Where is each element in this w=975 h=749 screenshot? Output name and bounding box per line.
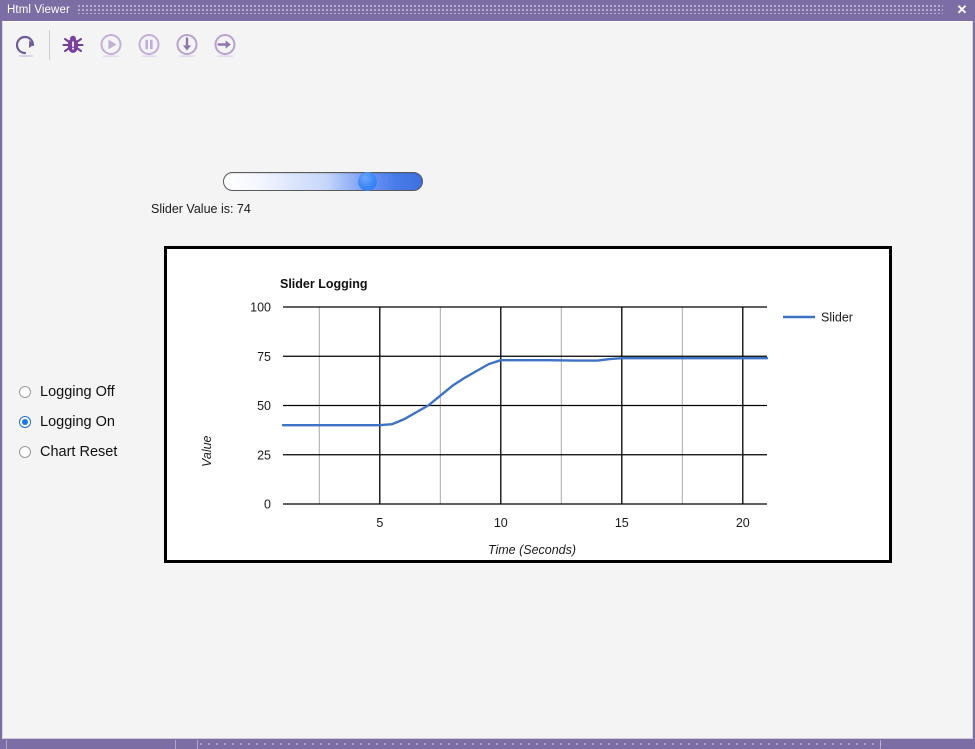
chart-title: Slider Logging [280, 277, 368, 291]
slider-control[interactable] [223, 172, 423, 191]
chart-y-tick-label: 50 [257, 399, 271, 413]
chart-canvas: Slider Logging Value Time (Seconds) 0 25 5… [200, 277, 853, 557]
run-icon[interactable] [92, 25, 130, 65]
window-title: Html Viewer [7, 3, 70, 16]
slider-track[interactable] [223, 172, 423, 191]
status-notch [197, 740, 198, 749]
chart-x-axis-label: Time (Seconds) [488, 543, 576, 557]
step-into-icon[interactable] [168, 25, 206, 65]
toolbar [2, 21, 973, 67]
radio-circle-icon [19, 446, 31, 458]
close-icon[interactable]: ✕ [949, 0, 975, 19]
chart-y-tick-label: 75 [257, 350, 271, 364]
chart-y-tick-label: 100 [250, 301, 271, 315]
html-viewer-window: Html Viewer ✕ Slider Value is: 74 Loggin… [0, 0, 975, 749]
slider-thumb[interactable] [357, 172, 377, 191]
html-content-area: Slider Value is: 74 Logging Off Logging … [2, 67, 973, 739]
title-bar: Html Viewer ✕ [0, 0, 975, 19]
title-bar-grip [77, 5, 943, 14]
status-bar [0, 740, 975, 749]
radio-label: Logging On [40, 414, 115, 430]
chart-x-tick-label: 20 [736, 516, 750, 530]
debug-bug-icon[interactable] [54, 25, 92, 65]
restart-icon[interactable] [7, 25, 45, 65]
radio-circle-icon [19, 416, 31, 428]
radio-chart-reset[interactable]: Chart Reset [19, 437, 117, 467]
status-dots [200, 743, 881, 746]
pause-icon[interactable] [130, 25, 168, 65]
chart-x-tick-label: 15 [615, 516, 629, 530]
chart-legend-label: Slider [821, 311, 853, 325]
chart-y-axis-label: Value [200, 435, 214, 467]
slider-value-label: Slider Value is: 74 [151, 202, 251, 216]
status-notch [6, 740, 7, 749]
step-over-icon[interactable] [206, 25, 244, 65]
chart-x-tick-label: 5 [376, 516, 383, 530]
radio-label: Logging Off [40, 384, 115, 400]
status-notch [175, 740, 176, 749]
chart-plot-layer: 0 25 50 75 100 5 10 15 20 Slider [250, 301, 853, 531]
radio-logging-on[interactable]: Logging On [19, 407, 117, 437]
radio-logging-off[interactable]: Logging Off [19, 377, 117, 407]
toolbar-separator [49, 29, 50, 60]
chart-y-tick-label: 0 [264, 498, 271, 512]
logging-radio-group: Logging Off Logging On Chart Reset [19, 377, 117, 467]
chart-y-tick-label: 25 [257, 448, 271, 462]
radio-circle-icon [19, 386, 31, 398]
chart-x-tick-label: 10 [494, 516, 508, 530]
chart-series-line [281, 357, 769, 427]
radio-label: Chart Reset [40, 444, 118, 460]
slider-logging-chart: Slider Logging Value Time (Seconds) 0 25 5… [164, 246, 892, 563]
